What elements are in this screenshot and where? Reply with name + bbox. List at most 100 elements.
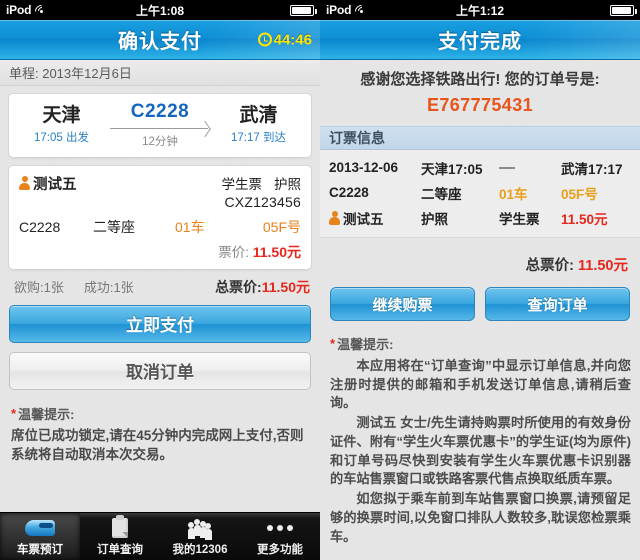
- tab-label-order: 订单查询: [97, 543, 143, 556]
- grand-total-value: 11.50元: [261, 278, 310, 295]
- fare-value: 11.50元: [561, 211, 608, 227]
- tab-more[interactable]: 更多功能: [240, 513, 320, 560]
- tips-paragraph-1: 本应用将在“订单查询”中显示订单信息,并向您注册时提供的邮箱和手机发送订单信息,…: [330, 358, 631, 411]
- trip-date-bar: 单程: 2013年12月6日: [0, 60, 320, 86]
- thanks-message: 感谢您选择铁路出行! 您的订单号是:: [360, 71, 600, 88]
- battery-icon: [610, 4, 637, 16]
- thanks-block: 感谢您选择铁路出行! 您的订单号是: E767775431: [320, 60, 640, 116]
- id-number: CXZ123456: [224, 193, 301, 210]
- page-title: 确认支付: [118, 31, 202, 53]
- route-row: 天津 17:05 出发 C2228 12分钟 武清 17:17 到达: [9, 94, 311, 157]
- passenger-card[interactable]: 测试五 学生票护照 CXZ123456 C2228 二等座 01车 05F号: [8, 164, 312, 270]
- status-bar-right: iPod 上午1:12: [320, 0, 640, 21]
- destination-block: 武清 17:17 到达: [216, 105, 301, 145]
- order-info-table: 2013-12-06 天津17:05 武清17:17 C2228 二等座 01车…: [320, 150, 640, 238]
- nav-bar-left: 确认支付 44:46: [0, 20, 320, 60]
- status-right-group: [290, 4, 317, 16]
- tab-label-more: 更多功能: [257, 543, 303, 556]
- train-icon: [25, 517, 55, 539]
- action-button-row: 继续购票 查询订单: [320, 275, 640, 321]
- table-row: 测试五 护照 学生票 11.50元: [329, 205, 631, 230]
- destination-city: 武清: [239, 105, 278, 126]
- grand-total-label: 总票价:: [525, 258, 574, 274]
- order-number: E767775431: [426, 95, 534, 115]
- status-clock: 上午1:08: [135, 3, 185, 18]
- tab-my-12306[interactable]: 我的12306: [160, 513, 240, 560]
- tips-title-text: 温馨提示:: [18, 406, 75, 422]
- tips-paragraph-2: 测试五 女士/先生请持购票时所使用的有效身份证件、附有“学生火车票优惠卡”的学生…: [330, 415, 631, 487]
- screen-confirm-payment: iPod 上午1:08 确认支付 44:46 单程: 2013年12月6日 天津: [0, 0, 320, 560]
- carriage-number: 01车: [175, 218, 205, 235]
- id-type: 护照: [421, 211, 448, 227]
- ticket-train-number: C2228: [19, 218, 61, 235]
- passenger-name: 测试五: [33, 176, 77, 193]
- table-row: C2228 二等座 01车 05F号: [329, 180, 631, 205]
- pay-now-button[interactable]: 立即支付: [9, 304, 311, 343]
- seat-detail-row: C2228 二等座 01车 05F号: [19, 217, 301, 237]
- tab-order-query[interactable]: 订单查询: [80, 513, 160, 560]
- route-dash-icon: [499, 160, 561, 175]
- origin-block: 天津 17:05 出发: [19, 105, 104, 145]
- right-content: 感谢您选择铁路出行! 您的订单号是: E767775431 订票信息 2013-…: [320, 60, 640, 560]
- seat-number: 05F号: [262, 218, 301, 235]
- tab-label-my12306: 我的12306: [172, 543, 228, 556]
- arrow-right-icon: [106, 124, 214, 133]
- tips-body-right: 本应用将在“订单查询”中显示订单信息,并向您注册时提供的邮箱和手机发送订单信息,…: [330, 357, 631, 546]
- people-icon: [185, 517, 215, 540]
- payment-countdown-timer: 44:46: [257, 31, 312, 48]
- tab-ticket-booking[interactable]: 车票预订: [0, 513, 80, 560]
- asterisk-icon: *: [11, 405, 17, 421]
- ticket-type: 学生票: [499, 211, 540, 227]
- clipboard-icon: [105, 514, 135, 539]
- seat-number: 05F号: [561, 186, 598, 202]
- clock-icon: [257, 32, 272, 47]
- page-title: 支付完成: [438, 31, 522, 53]
- destination-station-time: 武清17:17: [561, 161, 623, 177]
- passenger-name-group: 测试五: [19, 173, 77, 194]
- tips-block-left: * 温馨提示: 席位已成功锁定,请在45分钟内完成网上支付,否则系统将自动取消本…: [0, 390, 320, 465]
- status-clock: 上午1:12: [455, 3, 505, 18]
- cancel-order-button[interactable]: 取消订单: [9, 351, 311, 390]
- train-number: C2228: [329, 185, 369, 200]
- tips-body-left: 席位已成功锁定,请在45分钟内完成网上支付,否则系统将自动取消本次交易。: [11, 427, 304, 463]
- destination-time: 17:17 到达: [231, 131, 286, 144]
- tab-label-booking: 车票预订: [17, 543, 63, 556]
- ticket-type: 学生票: [221, 176, 263, 192]
- left-content: 单程: 2013年12月6日 天津 17:05 出发 C2228 12分钟 武清…: [0, 60, 320, 560]
- section-header-order-info: 订票信息: [320, 126, 640, 150]
- carriage-number: 01车: [499, 186, 528, 202]
- tips-block-right: * 温馨提示: 本应用将在“订单查询”中显示订单信息,并向您注册时提供的邮箱和手…: [320, 321, 640, 546]
- seat-class: 二等座: [421, 186, 462, 202]
- ticket-id-type-line: 学生票 护照: [210, 173, 302, 193]
- passenger-name-group: 测试五: [329, 208, 421, 228]
- asterisk-icon: *: [330, 336, 336, 351]
- origin-city: 天津: [42, 105, 81, 126]
- passenger-tags: 学生票 护照 CXZ123456: [210, 173, 302, 210]
- nav-bar-right: 支付完成: [320, 20, 640, 60]
- screen-payment-complete: iPod 上午1:12 支付完成 感谢您选择铁路出行! 您的订单号是: E767…: [320, 0, 640, 560]
- bottom-tab-bar: 车票预订 订单查询 我的12306 更多功能: [0, 512, 320, 560]
- person-icon: [329, 210, 340, 225]
- grand-total-value: 11.50元: [578, 258, 628, 274]
- dual-screenshot: iPod 上午1:08 确认支付 44:46 单程: 2013年12月6日 天津: [0, 0, 640, 560]
- grand-total: 总票价:11.50元: [215, 277, 310, 297]
- tickets-requested: 欲购:1张: [14, 280, 64, 296]
- query-order-button[interactable]: 查询订单: [485, 287, 630, 321]
- continue-booking-button[interactable]: 继续购票: [330, 287, 475, 321]
- origin-time: 17:05 出发: [34, 131, 89, 144]
- route-card[interactable]: 天津 17:05 出发 C2228 12分钟 武清 17:17 到达: [8, 93, 312, 158]
- origin-station-time: 天津17:05: [421, 161, 483, 177]
- grand-total-label: 总票价:: [215, 278, 262, 295]
- tips-title-right: * 温馨提示:: [330, 334, 631, 353]
- person-icon: [19, 176, 30, 191]
- grand-total-right: 总票价: 11.50元: [320, 238, 640, 275]
- table-row: 2013-12-06 天津17:05 武清17:17: [329, 155, 631, 180]
- passenger-header-row: 测试五 学生票 护照 CXZ123456: [19, 173, 301, 210]
- id-type: 护照: [274, 176, 301, 192]
- tickets-succeeded: 成功:1张: [83, 280, 134, 296]
- passenger-name: 测试五: [343, 211, 384, 227]
- tips-paragraph-3: 如您拟于乘车前到车站售票窗口换票,请预留足够的换票时间,以免窗口排队人数较多,耽…: [330, 491, 631, 544]
- tips-title-left: * 温馨提示:: [11, 404, 310, 423]
- order-totals-row: 欲购:1张 成功:1张 总票价:11.50元: [0, 270, 320, 303]
- countdown-value: 44:46: [273, 31, 312, 48]
